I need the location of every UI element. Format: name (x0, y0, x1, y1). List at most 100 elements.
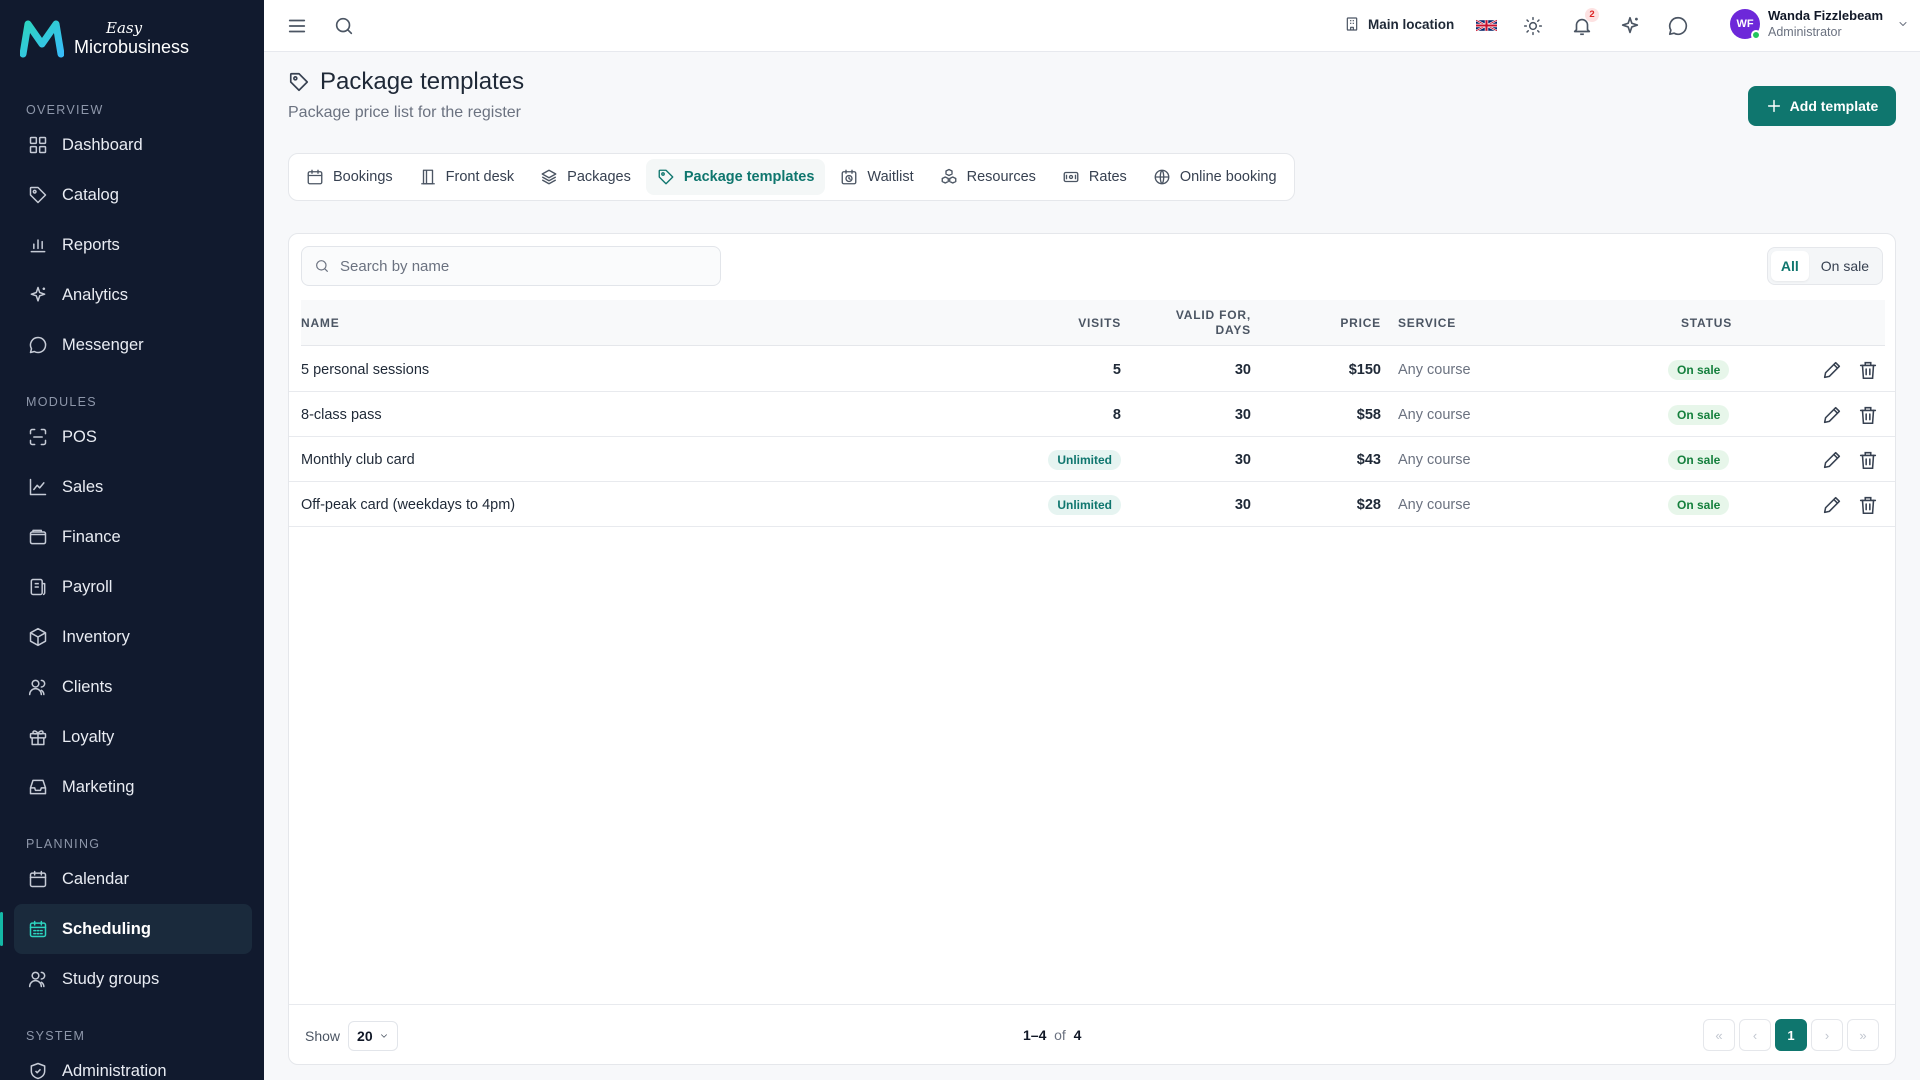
desk-icon (419, 168, 437, 186)
sidebar-item-sales[interactable]: Sales (0, 462, 264, 512)
delete-trash-icon[interactable] (1857, 494, 1879, 516)
table-row[interactable]: Off-peak card (weekdays to 4pm) Unlimited… (289, 482, 1895, 527)
tab-package-templates[interactable]: Package templates (645, 159, 826, 195)
sidebar-item-study-groups[interactable]: Study groups (0, 954, 264, 1004)
cell-name: Off-peak card (weekdays to 4pm) (301, 496, 516, 513)
payroll-icon (28, 577, 48, 597)
nav-heading: SYSTEM (26, 1029, 86, 1043)
delete-trash-icon[interactable] (1857, 404, 1879, 426)
range-value: 1–4 (1023, 1027, 1047, 1043)
column-price[interactable]: PRICE (1301, 300, 1381, 346)
sidebar-item-dashboard[interactable]: Dashboard (0, 120, 264, 170)
tab-bookings[interactable]: Bookings (295, 159, 404, 195)
tab-front-desk[interactable]: Front desk (408, 159, 526, 195)
sidebar-item-calendar[interactable]: Calendar (0, 854, 264, 904)
column-valid-for-days[interactable]: VALID FOR, DAYS (1141, 300, 1251, 346)
sidebar-item-label: Messenger (62, 335, 144, 354)
sidebar-item-administration[interactable]: Administration (0, 1046, 264, 1080)
table-row[interactable]: Monthly club card Unlimited 30 $43 Any cours… (289, 437, 1895, 482)
tab-packages[interactable]: Packages (529, 159, 642, 195)
chat-icon[interactable] (1667, 15, 1689, 37)
tab-label: Front desk (445, 169, 515, 185)
table-footer: Show 20 1–4 of 4 « ‹ 1 › » (289, 1004, 1895, 1066)
sidebar-item-analytics[interactable]: Analytics (0, 270, 264, 320)
tab-label: Rates (1088, 169, 1127, 185)
menu-icon[interactable] (286, 15, 308, 37)
cell-status: On sale (1668, 392, 1730, 437)
ticket-icon (1062, 168, 1080, 186)
search-icon[interactable] (333, 15, 355, 37)
brand-small-text: Easy (106, 18, 143, 37)
tab-label: Resources (966, 169, 1036, 185)
sidebar-item-finance[interactable]: Finance (0, 512, 264, 562)
uk-flag-icon[interactable] (1476, 18, 1497, 33)
users-icon (28, 677, 48, 697)
page-size-select[interactable]: 20 (348, 1021, 398, 1051)
sidebar-item-messenger[interactable]: Messenger (0, 320, 264, 370)
tab-rates[interactable]: Rates (1051, 159, 1138, 195)
sidebar-item-label: Marketing (62, 777, 135, 796)
edit-pencil-icon[interactable] (1821, 449, 1843, 471)
wallet-icon (28, 527, 48, 547)
sidebar-item-inventory[interactable]: Inventory (0, 612, 264, 662)
visits-value: 8 (1112, 406, 1121, 423)
sidebar-item-label: Inventory (62, 627, 130, 646)
location-label: Main location (1368, 16, 1455, 32)
filter-all[interactable]: All (1770, 251, 1809, 281)
page-title: Package templates (320, 68, 525, 95)
delete-trash-icon[interactable] (1857, 449, 1879, 471)
tab-label: Bookings (333, 169, 393, 185)
scan-icon (28, 427, 48, 447)
table-row[interactable]: 5 personal sessions 5 30 $150 Any course On s… (289, 347, 1895, 392)
first-page-button[interactable]: « (1703, 1019, 1735, 1051)
edit-pencil-icon[interactable] (1821, 404, 1843, 426)
tab-label: Waitlist (867, 169, 914, 185)
sidebar-item-reports[interactable]: Reports (0, 220, 264, 270)
table-row[interactable]: 8-class pass 8 30 $58 Any course On sale (289, 392, 1895, 437)
column-service[interactable]: SERVICE (1398, 300, 1456, 346)
grid-icon (28, 135, 48, 155)
logo-icon (20, 20, 64, 58)
user-role: Administrator (1768, 25, 1842, 39)
range-of: of (1054, 1027, 1066, 1043)
filter-on-sale[interactable]: On sale (1811, 251, 1879, 281)
sidebar-item-label: Reports (62, 235, 120, 254)
user-menu[interactable]: WF Wanda Fizzlebeam Administrator (1730, 8, 1909, 40)
prev-page-button[interactable]: ‹ (1739, 1019, 1771, 1051)
sidebar-item-scheduling[interactable]: Scheduling (0, 904, 252, 954)
column-status[interactable]: STATUS (1681, 300, 1732, 346)
sidebar-item-pos[interactable]: POS (0, 412, 264, 462)
sidebar-item-marketing[interactable]: Marketing (0, 762, 264, 812)
cell-name: Monthly club card (301, 451, 415, 468)
tab-online-booking[interactable]: Online booking (1142, 159, 1288, 195)
templates-panel: All On sale NAME VISITS VALID FOR, DAYS … (288, 233, 1896, 1065)
brand-logo[interactable]: Easy Microbusiness (20, 18, 189, 58)
edit-pencil-icon[interactable] (1821, 359, 1843, 381)
edit-pencil-icon[interactable] (1821, 494, 1843, 516)
location-selector[interactable]: Main location (1344, 16, 1454, 32)
page-size-control: Show 20 (305, 1021, 398, 1051)
visits-value: 5 (1112, 361, 1121, 378)
nav-section-modules: MODULES POS Sales Finance Payroll Invent… (0, 392, 264, 812)
last-page-button[interactable]: » (1847, 1019, 1879, 1051)
tab-waitlist[interactable]: Waitlist (829, 159, 924, 195)
delete-trash-icon[interactable] (1857, 359, 1879, 381)
sun-icon[interactable] (1523, 16, 1543, 36)
sidebar-item-label: Finance (62, 527, 121, 546)
add-template-button[interactable]: Add template (1748, 86, 1896, 126)
tab-resources[interactable]: Resources (929, 159, 1047, 195)
status-badge: On sale (1668, 494, 1730, 515)
page-button-current[interactable]: 1 (1775, 1019, 1807, 1051)
sidebar-item-label: POS (62, 427, 97, 446)
sparkle-icon[interactable] (1619, 15, 1641, 37)
nav-heading: OVERVIEW (26, 103, 104, 117)
column-visits[interactable]: VISITS (1057, 300, 1121, 346)
search-input[interactable] (340, 257, 710, 275)
sidebar-item-payroll[interactable]: Payroll (0, 562, 264, 612)
sidebar-item-catalog[interactable]: Catalog (0, 170, 264, 220)
sidebar-item-loyalty[interactable]: Loyalty (0, 712, 264, 762)
calendar-icon (306, 168, 324, 186)
next-page-button[interactable]: › (1811, 1019, 1843, 1051)
sidebar-item-clients[interactable]: Clients (0, 662, 264, 712)
column-name[interactable]: NAME (301, 300, 340, 346)
